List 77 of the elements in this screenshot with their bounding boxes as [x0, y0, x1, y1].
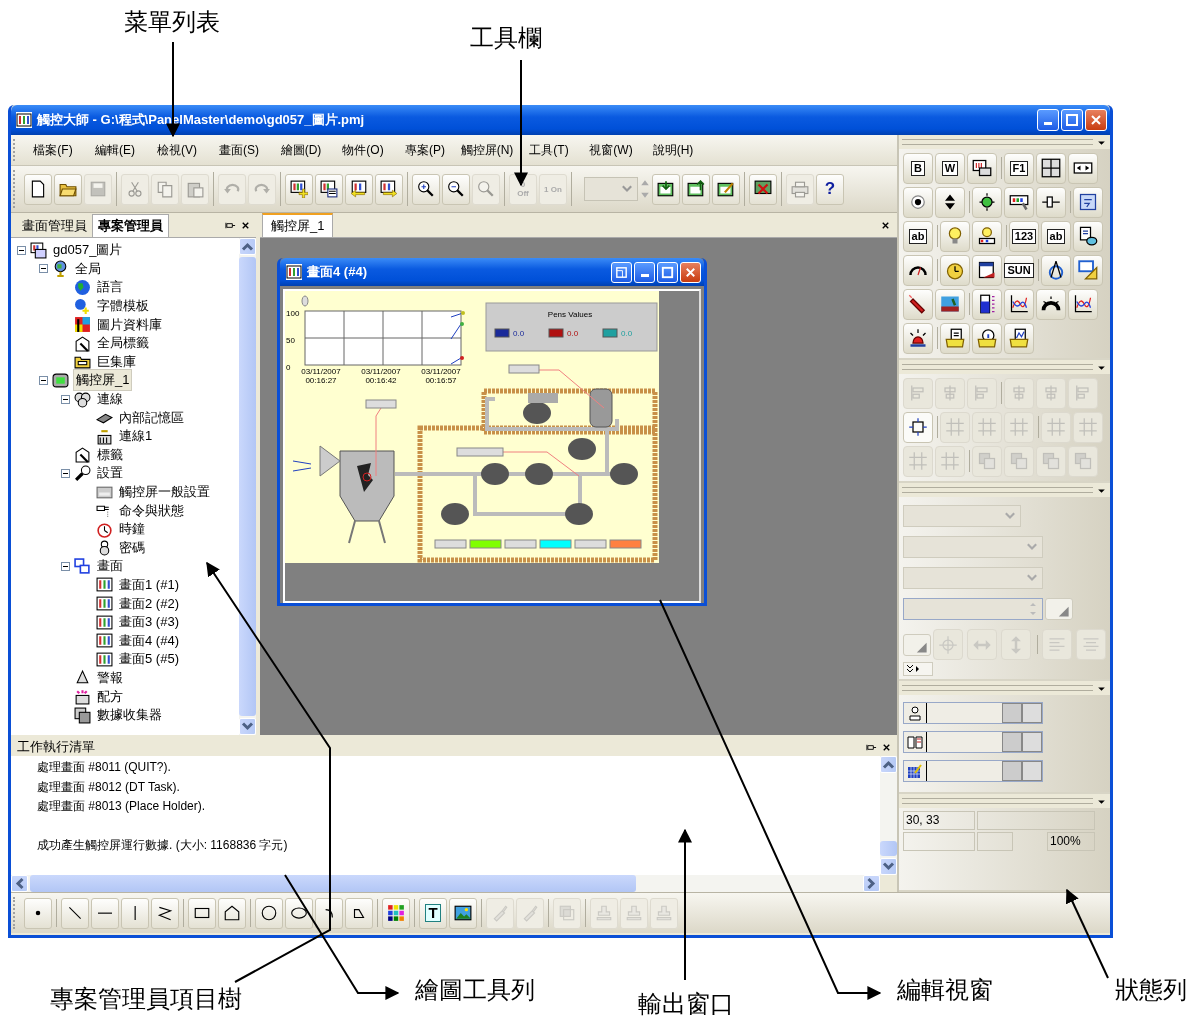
- numeric-display-button[interactable]: 123: [1009, 220, 1039, 252]
- menu-item[interactable]: 物件(O): [332, 141, 394, 159]
- tree-item[interactable]: 全局標籤: [95, 334, 151, 353]
- tree-item[interactable]: 巨集庫: [95, 352, 138, 371]
- pen-value: 0.0: [621, 329, 633, 338]
- tree-item[interactable]: 設置: [95, 464, 125, 483]
- help-button[interactable]: ?: [816, 173, 844, 205]
- axis-time: 00:16:27: [305, 376, 337, 385]
- axis-date: 03/11/2007: [421, 367, 461, 376]
- window-title: 畫面4 (#4): [307, 263, 367, 281]
- menu-item[interactable]: 觸控屏(N): [456, 141, 518, 159]
- menu-item[interactable]: 檢視(V): [146, 141, 208, 159]
- callout-label: 輸出窗口: [638, 990, 734, 1017]
- callout-label: 菜單列表: [124, 8, 220, 36]
- callout-label: 專案管理員項目樹: [50, 985, 242, 1013]
- tree-item[interactable]: 語言: [95, 278, 125, 297]
- menu-item[interactable]: 繪圖(D): [270, 141, 332, 159]
- tree-item[interactable]: 畫面2 (#2): [117, 594, 181, 613]
- tree-item[interactable]: 連線: [95, 390, 125, 409]
- tree-item[interactable]: 命令與狀態: [117, 501, 186, 520]
- text-entry-button[interactable]: ab: [903, 220, 933, 252]
- pen-value: 0.0: [513, 329, 525, 338]
- tree-item[interactable]: 全局: [73, 259, 103, 278]
- tree-item[interactable]: 觸控屏_1: [73, 369, 133, 392]
- word-lamp-button[interactable]: W: [935, 152, 965, 184]
- callout-label: 狀態列: [1115, 976, 1187, 1004]
- axis-time: 00:16:42: [365, 376, 397, 385]
- tree-item[interactable]: 字體模板: [95, 297, 151, 316]
- tree-item[interactable]: 標籤: [95, 445, 125, 464]
- menu-item[interactable]: 說明(H): [642, 141, 704, 159]
- log-line: 處理畫面 #8013 (Place Holder).: [37, 798, 207, 815]
- menu-item[interactable]: 視窗(W): [580, 141, 642, 159]
- axis-time: 00:16:57: [425, 376, 457, 385]
- tree-item[interactable]: 警報: [95, 668, 125, 687]
- axis-date: 03/11/2007: [301, 367, 341, 376]
- callout-label: 工具欄: [470, 24, 542, 52]
- pens-title: Pens Values: [547, 310, 593, 319]
- panel-tab[interactable]: 專案管理員: [92, 214, 169, 237]
- tree-item[interactable]: 配方: [95, 687, 125, 706]
- tree-item[interactable]: 內部記憶區: [117, 408, 186, 427]
- day-display-button[interactable]: SUN: [1004, 254, 1034, 286]
- pen-value: 0.0: [567, 329, 579, 338]
- tree-item[interactable]: 觸控屏一般設置: [117, 483, 212, 501]
- log-line: 處理畫面 #8011 (QUIT?).: [37, 759, 172, 776]
- menu-item[interactable]: 檔案(F): [22, 141, 84, 159]
- tree-item[interactable]: 畫面3 (#3): [117, 613, 181, 632]
- tree-item[interactable]: 畫面4 (#4): [117, 631, 181, 650]
- callout-label: 繪圖工具列: [415, 976, 535, 1004]
- tree-item[interactable]: 密碼: [117, 538, 147, 557]
- tree-item[interactable]: 畫面1 (#1): [117, 576, 181, 594]
- log-line: 處理畫面 #8012 (DT Task).: [37, 778, 181, 796]
- document-tab[interactable]: 觸控屏_1: [262, 213, 334, 237]
- axis-label: 0: [286, 363, 291, 372]
- text-display-button[interactable]: ab: [1041, 220, 1071, 252]
- menu-item[interactable]: 工具(T): [518, 141, 580, 159]
- axis-label: 100: [286, 309, 300, 318]
- tree-item[interactable]: 畫面5 (#5): [117, 650, 181, 669]
- tree-item[interactable]: 連線1: [117, 427, 155, 446]
- zoom-level: 100%: [1047, 832, 1095, 851]
- tree-item[interactable]: gd057_圖片: [51, 241, 125, 260]
- log-line: 成功產生觸控屏運行數據. (大小: 1168836 字元): [37, 837, 289, 854]
- menu-item[interactable]: 畫面(S): [208, 141, 270, 159]
- tree-item[interactable]: 數據收集器: [95, 706, 164, 725]
- axis-date: 03/11/2007: [361, 367, 401, 376]
- text-tool-button[interactable]: T: [419, 897, 447, 929]
- cursor-position: 30, 33: [903, 811, 975, 830]
- function-key-button[interactable]: F1: [1004, 152, 1034, 184]
- panel-tab[interactable]: 畫面管理員: [17, 215, 92, 237]
- callout-label: 編輯視窗: [897, 976, 993, 1004]
- menu-item[interactable]: 專案(P): [394, 141, 456, 159]
- tree-item[interactable]: 圖片資料庫: [95, 315, 164, 334]
- axis-label: 50: [286, 336, 295, 345]
- bit-lamp-button[interactable]: B: [903, 152, 933, 184]
- menu-item[interactable]: 編輯(E): [84, 141, 146, 159]
- tree-item[interactable]: 畫面: [95, 557, 125, 576]
- tree-item[interactable]: 時鐘: [117, 520, 147, 539]
- panel-title: 工作執行清單: [17, 738, 95, 756]
